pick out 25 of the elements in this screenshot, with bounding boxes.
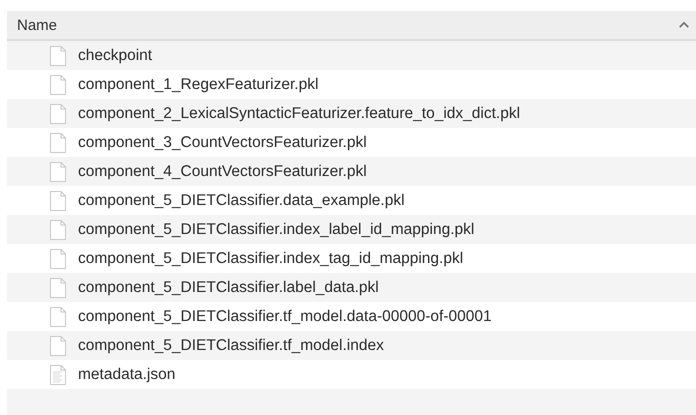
file-row[interactable]: component_5_DIETClassifier.index_tag_id_mapping.pkl xyxy=(7,244,696,273)
file-row[interactable]: component_3_CountVectorsFeaturizer.pkl xyxy=(7,128,696,157)
file-row[interactable]: component_4_CountVectorsFeaturizer.pkl xyxy=(7,157,696,186)
file-row[interactable]: component_5_DIETClassifier.label_data.pkl xyxy=(7,273,696,302)
document-icon xyxy=(50,162,66,182)
text-document-icon xyxy=(50,364,66,384)
file-row[interactable]: metadata.json xyxy=(7,360,696,389)
file-row[interactable]: component_5_DIETClassifier.tf_model.index xyxy=(7,331,696,360)
document-icon xyxy=(50,46,66,66)
file-row[interactable]: component_5_DIETClassifier.data_example.pkl xyxy=(7,186,696,215)
document-icon xyxy=(50,74,66,94)
document-icon xyxy=(50,220,66,240)
file-row[interactable]: component_5_DIETClassifier.tf_model.data-00000-of-00001 xyxy=(7,302,696,331)
file-row[interactable]: component_2_LexicalSyntacticFeaturizer.feature_to_idx_dict.pkl xyxy=(7,99,696,128)
document-icon xyxy=(50,306,66,326)
document-icon xyxy=(50,278,66,298)
document-icon xyxy=(50,132,66,152)
document-icon xyxy=(50,190,66,210)
file-row[interactable]: component_5_DIETClassifier.index_label_id_mapping.pkl xyxy=(7,215,696,244)
file-row[interactable]: component_1_RegexFeaturizer.pkl xyxy=(7,70,696,99)
document-icon xyxy=(50,336,66,356)
document-icon xyxy=(50,248,66,268)
column-header[interactable]: Name xyxy=(7,11,696,41)
document-icon xyxy=(50,104,66,124)
file-row[interactable]: checkpoint xyxy=(7,41,696,70)
